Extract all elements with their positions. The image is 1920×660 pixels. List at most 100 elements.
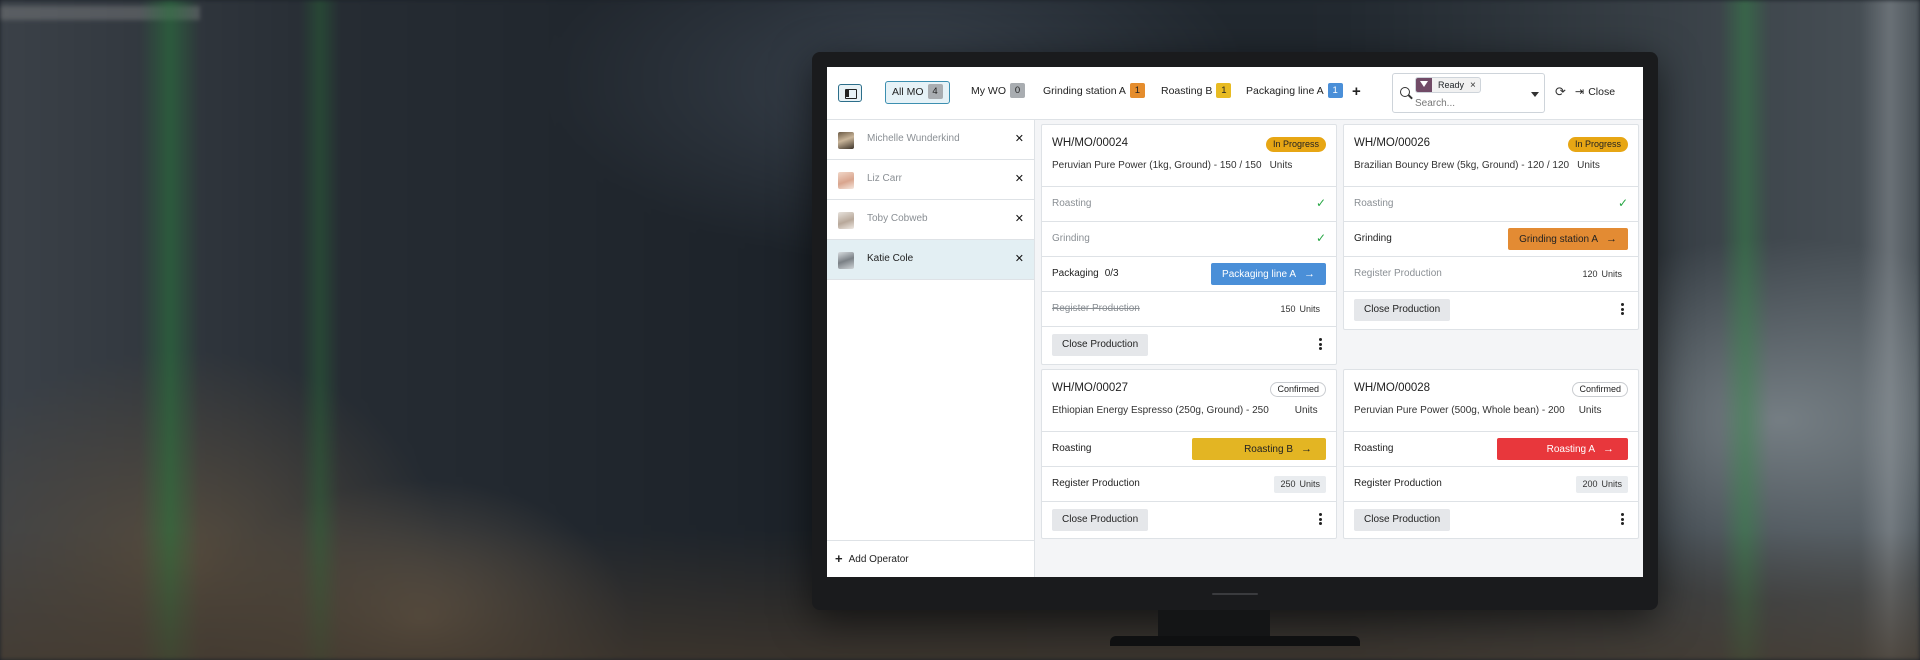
register-production-label: Register Production — [1354, 268, 1442, 279]
workorder-row[interactable]: Grinding Grinding station A → — [1344, 222, 1638, 257]
mo-product-line: Peruvian Pure Power (500g, Whole bean) -… — [1354, 405, 1601, 416]
search-input[interactable] — [1415, 96, 1515, 110]
arrow-right-icon: → — [1304, 268, 1315, 280]
tab-label: Packaging line A — [1246, 85, 1324, 97]
workcenter-button-roasting-b[interactable]: Roasting B → — [1192, 438, 1326, 460]
check-icon: ✓ — [1617, 196, 1628, 210]
workcenter-button-packaging-line-a[interactable]: Packaging line A → — [1211, 263, 1326, 285]
remove-operator-icon[interactable]: ✕ — [1015, 132, 1024, 145]
operator-name: Katie Cole — [867, 253, 914, 264]
register-production-label: Register Production — [1354, 478, 1442, 489]
tab-count-badge: 1 — [1216, 83, 1232, 98]
workcenter-button-roasting-a[interactable]: Roasting A → — [1496, 438, 1628, 460]
unit-label: Units — [1294, 405, 1318, 416]
mo-product-line: Ethiopian Energy Espresso (250g, Ground)… — [1052, 405, 1318, 416]
more-options-icon[interactable] — [1319, 513, 1322, 525]
remove-operator-icon[interactable]: ✕ — [1015, 212, 1024, 225]
close-production-button[interactable]: Close Production — [1052, 334, 1149, 356]
mo-product-line: Brazilian Bouncy Brew (5kg, Ground) - 12… — [1354, 160, 1600, 171]
operator-row[interactable]: Michelle Wunderkind ✕ — [827, 120, 1034, 160]
register-production-row[interactable]: Register Production 250 Units — [1042, 467, 1336, 502]
workorder-row[interactable]: Roasting Roasting B → — [1042, 432, 1336, 467]
close-production-button[interactable]: Close Production — [1354, 299, 1451, 321]
workorder-name: Roasting — [1354, 198, 1394, 209]
quantity-value: 250 — [1280, 479, 1296, 489]
workorder-label: Packaging — [1052, 268, 1099, 279]
tab-label: Roasting B — [1161, 85, 1213, 97]
mo-card-header[interactable]: WH/MO/00027 Confirmed Ethiopian Energy E… — [1042, 370, 1336, 432]
sign-out-icon: ⇥ — [1575, 86, 1585, 98]
register-production-row[interactable]: Register Production 150 Units — [1042, 292, 1336, 327]
mo-card-header[interactable]: WH/MO/00026 In Progress Brazilian Bouncy… — [1344, 125, 1638, 187]
plus-icon: + — [835, 551, 843, 566]
remove-operator-icon[interactable]: ✕ — [1015, 172, 1024, 185]
product-quantity: Peruvian Pure Power (500g, Whole bean) -… — [1354, 405, 1565, 416]
refresh-icon[interactable]: ⟳ — [1555, 85, 1566, 99]
quantity-value: 150 — [1280, 304, 1296, 314]
check-icon: ✓ — [1315, 196, 1326, 210]
mo-reference: WH/MO/00026 — [1354, 137, 1431, 149]
operator-row-selected[interactable]: Katie Cole ✕ — [827, 240, 1034, 280]
check-icon: ✓ — [1315, 231, 1326, 245]
arrow-right-icon: → — [1603, 443, 1614, 455]
mo-card: WH/MO/00028 Confirmed Peruvian Pure Powe… — [1343, 369, 1639, 539]
avatar — [838, 252, 854, 269]
close-button[interactable]: ⇥ Close — [1575, 85, 1615, 99]
unit-label: Units — [1269, 160, 1293, 171]
tab-all-mo[interactable]: All MO 4 — [885, 81, 950, 104]
arrow-right-icon: → — [1301, 443, 1312, 455]
mo-reference: WH/MO/00024 — [1052, 137, 1129, 149]
close-production-button[interactable]: Close Production — [1052, 509, 1149, 531]
avatar — [838, 132, 854, 149]
tab-roasting-b[interactable]: Roasting B1 — [1157, 81, 1235, 104]
operator-panel: Michelle Wunderkind ✕ Liz Carr ✕ Toby Co… — [827, 120, 1035, 577]
add-operator-button[interactable]: + Add Operator — [827, 540, 1034, 577]
register-production-label: Register Production — [1052, 478, 1140, 489]
more-options-icon[interactable] — [1621, 513, 1624, 525]
workcenter-button-grinding-station-a[interactable]: Grinding station A → — [1508, 228, 1628, 250]
workorder-row[interactable]: Packaging 0/3 Packaging line A → — [1042, 257, 1336, 292]
add-workcenter-plus-icon[interactable]: + — [1352, 83, 1361, 100]
close-label: Close — [1588, 86, 1616, 98]
product-quantity: Brazilian Bouncy Brew (5kg, Ground) - 12… — [1354, 160, 1570, 171]
remove-operator-icon[interactable]: ✕ — [1015, 252, 1024, 265]
workcenter-button-label: Roasting A — [1546, 444, 1595, 455]
mo-card-header[interactable]: WH/MO/00024 In Progress Peruvian Pure Po… — [1042, 125, 1336, 187]
register-production-row[interactable]: Register Production 120 Units — [1344, 257, 1638, 292]
tab-packaging-line-a[interactable]: Packaging line A1 — [1242, 81, 1347, 104]
mo-card-footer: Close Production — [1042, 502, 1336, 539]
workcenter-button-label: Packaging line A — [1222, 269, 1296, 280]
register-production-row[interactable]: Register Production 200 Units — [1344, 467, 1638, 502]
tab-grinding-station-a[interactable]: Grinding station A1 — [1039, 81, 1149, 104]
quantity-unit: Units — [1299, 304, 1320, 314]
search-icon — [1400, 87, 1410, 97]
arrow-right-icon: → — [1606, 233, 1617, 245]
tab-count-badge: 1 — [1129, 83, 1145, 98]
workorder-row[interactable]: Roasting ✓ — [1042, 187, 1336, 222]
add-operator-label: Add Operator — [848, 554, 909, 565]
mo-card-footer: Close Production — [1344, 292, 1638, 329]
workorder-row[interactable]: Grinding ✓ — [1042, 222, 1336, 257]
tab-my-wo[interactable]: My WO 0 — [967, 81, 1029, 104]
operator-row[interactable]: Toby Cobweb ✕ — [827, 200, 1034, 240]
search-box[interactable]: Ready × — [1392, 73, 1531, 113]
close-production-button[interactable]: Close Production — [1354, 509, 1451, 531]
mo-reference: WH/MO/00028 — [1354, 382, 1431, 394]
workorder-step-count: 0/3 — [1104, 268, 1119, 279]
mo-card-header[interactable]: WH/MO/00028 Confirmed Peruvian Pure Powe… — [1344, 370, 1638, 432]
mo-card: WH/MO/00024 In Progress Peruvian Pure Po… — [1041, 124, 1337, 365]
operator-row[interactable]: Liz Carr ✕ — [827, 160, 1034, 200]
search-options-chevron-down-icon[interactable] — [1525, 73, 1545, 113]
workorder-row[interactable]: Roasting Roasting A → — [1344, 432, 1638, 467]
workorder-row[interactable]: Roasting ✓ — [1344, 187, 1638, 222]
workcenter-button-label: Roasting B — [1244, 444, 1293, 455]
workorder-name: Grinding — [1354, 233, 1392, 244]
sidebar-toggle-icon[interactable] — [838, 84, 862, 102]
status-badge: In Progress — [1567, 137, 1628, 152]
mo-card: WH/MO/00027 Confirmed Ethiopian Energy E… — [1041, 369, 1337, 539]
more-options-icon[interactable] — [1621, 303, 1624, 315]
remove-facet-icon[interactable]: × — [1470, 80, 1476, 91]
more-options-icon[interactable] — [1319, 338, 1322, 350]
quantity-tag: 150 Units — [1274, 301, 1326, 318]
workorder-name: Packaging 0/3 — [1052, 268, 1119, 279]
